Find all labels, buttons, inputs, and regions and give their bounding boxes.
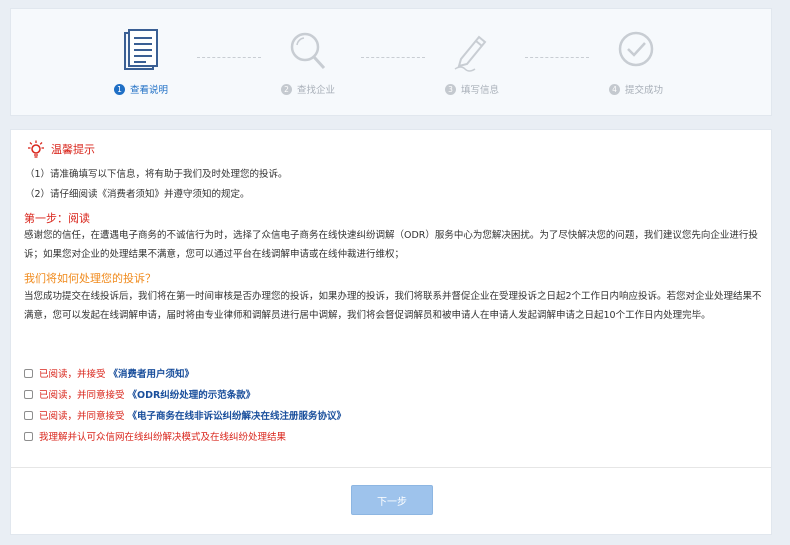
step-separator	[361, 57, 425, 58]
process-paragraph: 当您成功提交在线投诉后，我们将在第一时间审核是否办理您的投诉，如果办理的投诉，我…	[24, 291, 762, 321]
agreement-checkbox[interactable]	[24, 431, 33, 441]
step-separator	[525, 57, 589, 58]
step-1-label: 1 查看说明	[114, 82, 168, 96]
step-text: 提交成功	[625, 85, 664, 96]
step-text: 查找企业	[297, 85, 336, 96]
agreement-checkbox[interactable]	[24, 389, 33, 399]
tip-title: 温馨提示	[51, 143, 95, 156]
lightbulb-icon	[28, 140, 44, 158]
agreement-text: 已阅读，并接受	[39, 369, 106, 380]
step-2-label: 2 查找企业	[281, 82, 335, 96]
step-number: 4	[609, 83, 620, 95]
tip-line: （2）请仔细阅读《消费者须知》并遵守须知的规定。	[25, 189, 250, 200]
step-separator	[197, 57, 261, 58]
step-text: 查看说明	[130, 85, 169, 96]
agreement-row[interactable]: 已阅读，并接受 《消费者用户须知》	[24, 366, 194, 380]
agreement-text: 已阅读，并同意接受	[39, 411, 125, 422]
divider	[11, 467, 771, 468]
agreement-row[interactable]: 已阅读，并同意接受 《电子商务在线非诉讼纠纷解决在线注册服务协议》	[24, 408, 346, 422]
step-text: 填写信息	[461, 85, 500, 96]
step-3-label: 3 填写信息	[445, 82, 499, 96]
agreement-text: 已阅读，并同意接受	[39, 390, 125, 401]
step-number: 1	[114, 83, 125, 95]
step-4-label: 4 提交成功	[609, 82, 663, 96]
search-icon	[290, 32, 326, 70]
agreement-link[interactable]: 《电子商务在线非诉讼纠纷解决在线注册服务协议》	[128, 408, 347, 422]
tip-line: （1）请准确填写以下信息，将有助于我们及时处理您的投诉。	[25, 169, 288, 180]
step-number: 3	[445, 83, 456, 95]
agreement-link[interactable]: 《ODR纠纷处理的示范条款》	[128, 387, 256, 401]
agreement-text: 我理解并认可众信网在线纠纷解决模式及在线纠纷处理结果	[39, 432, 287, 443]
step-one-title: 第一步：阅读	[24, 212, 90, 225]
agreement-checkbox[interactable]	[24, 410, 33, 420]
agreement-row[interactable]: 已阅读，并同意接受 《ODR纠纷处理的示范条款》	[24, 387, 255, 401]
progress-steps: 1 查看说明 2 查找企业 3 填写信息 4 提交成功	[10, 8, 772, 116]
intro-paragraph: 感谢您的信任，在遭遇电子商务的不诚信行为时，选择了众信电子商务在线快速纠纷调解（…	[24, 230, 758, 260]
document-icon	[124, 29, 158, 70]
tip-header: 温馨提示	[27, 140, 95, 158]
next-button[interactable]: 下一步	[351, 485, 433, 515]
check-circle-icon	[618, 31, 654, 67]
instructions-panel: 温馨提示 （1）请准确填写以下信息，将有助于我们及时处理您的投诉。 （2）请仔细…	[10, 129, 772, 535]
process-subtitle: 我们将如何处理您的投诉？	[24, 272, 156, 285]
agreement-checkbox[interactable]	[24, 368, 33, 378]
step-number: 2	[281, 83, 292, 95]
agreement-row[interactable]: 我理解并认可众信网在线纠纷解决模式及在线纠纷处理结果	[24, 429, 286, 443]
pen-icon	[454, 35, 487, 72]
agreement-link[interactable]: 《消费者用户须知》	[109, 366, 195, 380]
